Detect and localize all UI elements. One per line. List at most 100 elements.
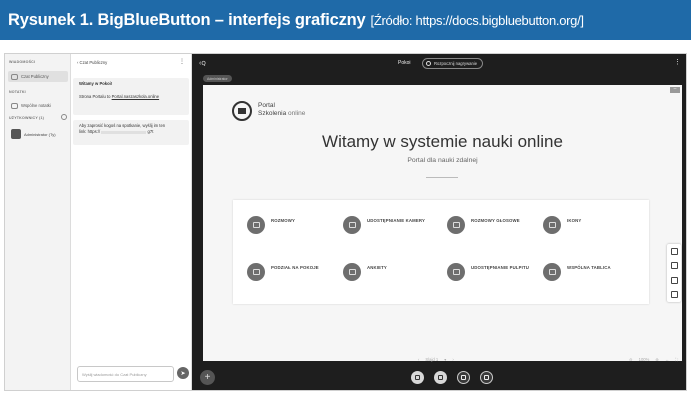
camera-icon xyxy=(461,375,466,380)
feature-item: UDOSTĘPNIANIE KAMERY xyxy=(343,216,443,234)
feature-label: PODZIAŁ NA POKOJE xyxy=(271,265,319,270)
undo-icon[interactable] xyxy=(670,262,678,270)
caption-title: Rysunek 1. BigBlueButton – interfejs gra… xyxy=(8,10,366,29)
whiteboard-icon xyxy=(543,263,561,281)
feature-item: PODZIAŁ NA POKOJE xyxy=(247,263,347,281)
invite-suffix: g7t xyxy=(147,129,154,135)
feature-item: WSPÓLNA TABLICA xyxy=(543,263,643,281)
welcome-line: Strona Portalu to xyxy=(79,93,111,99)
zoom-controls: ⊖ 100% ⊕ ↔ ⛶ xyxy=(629,357,678,362)
chevron-down-icon[interactable]: ▾ xyxy=(444,357,446,362)
sidebar-item-label: Wspólne notatki xyxy=(21,103,51,108)
feature-item: ROZMOWY GŁOSOWE xyxy=(447,216,547,234)
divider xyxy=(426,177,458,178)
avatar xyxy=(11,129,21,139)
feature-item: ROZMOWY xyxy=(247,216,347,234)
logo-text: Portal Szkolenia online xyxy=(258,102,305,118)
chat-message-input[interactable]: Wyślij wiadomość do Czat Publiczny xyxy=(77,366,174,382)
feature-item: IKONY xyxy=(543,216,643,234)
rooms-icon xyxy=(247,263,265,281)
screen-share-icon xyxy=(447,263,465,281)
sidebar-item-public-chat[interactable]: Czat Publiczny xyxy=(8,71,68,82)
user-list-item[interactable]: Administrator (Ty) xyxy=(8,127,68,141)
portal-logo-icon xyxy=(232,101,252,121)
caption-source: [Źródło: https://docs.bigbluebutton.org/… xyxy=(370,12,584,28)
phone-icon xyxy=(438,375,443,380)
feature-label: IKONY xyxy=(567,218,582,223)
logo-line-1: Portal xyxy=(258,102,275,109)
feature-label: WSPÓLNA TABLICA xyxy=(567,265,611,270)
welcome-title: Witamy w Pokoi! xyxy=(79,81,113,86)
logo-line-2b: online xyxy=(288,110,306,118)
feature-label: ANKIETY xyxy=(367,265,387,270)
fit-width-icon[interactable]: ↔ xyxy=(665,357,669,362)
trash-icon[interactable] xyxy=(670,276,678,284)
gear-icon[interactable] xyxy=(61,114,67,120)
audio-button[interactable] xyxy=(434,371,447,384)
redacted-link xyxy=(101,130,147,134)
welcome-link[interactable]: Portal.naszaszkola.online xyxy=(112,94,160,99)
bbb-screenshot: WIADOMOŚCI Czat Publiczny NOTATKI Wspóln… xyxy=(4,53,687,391)
zoom-out-icon[interactable]: ⊖ xyxy=(629,357,633,362)
microphone-icon xyxy=(447,216,465,234)
kebab-menu-icon[interactable]: ⋮ xyxy=(179,58,185,65)
slide-title: Witamy w systemie nauki online xyxy=(322,132,563,151)
record-icon xyxy=(426,61,431,66)
fullscreen-icon[interactable]: ⛶ xyxy=(675,357,678,362)
figure-caption: Rysunek 1. BigBlueButton – interfejs gra… xyxy=(0,0,691,40)
microphone-icon xyxy=(415,375,420,380)
zoom-in-icon[interactable]: ⊕ xyxy=(655,357,659,362)
slide-subtitle: Portal dla nauki zdalnej xyxy=(407,157,478,164)
screen-share-icon xyxy=(484,375,489,380)
presentation-area: ‹ꞯ Pokoi Rozpocznij nagrywanie ⋮ Adminis… xyxy=(192,54,686,390)
sidebar-item-label: Czat Publiczny xyxy=(21,74,49,79)
feature-label: ROZMOWY xyxy=(271,218,295,223)
start-recording-button[interactable]: Rozpocznij nagrywanie xyxy=(422,58,484,69)
camera-button[interactable] xyxy=(457,371,470,384)
presentation-slide: – Portal Szkolenia online Witamy w syste… xyxy=(203,85,682,361)
minimize-presentation-icon[interactable]: – xyxy=(670,87,680,93)
screen-share-button[interactable] xyxy=(480,371,493,384)
zoom-level: 100% xyxy=(638,357,650,362)
chat-message-welcome: Witamy w Pokoi! Strona Portalu to Portal… xyxy=(73,78,189,115)
microphone-button[interactable] xyxy=(411,371,424,384)
feature-item: UDOSTĘPNIANIE PULPITU xyxy=(447,263,547,281)
messages-section-title: WIADOMOŚCI xyxy=(9,60,36,64)
sidebar-item-shared-notes[interactable]: Wspólne notatki xyxy=(8,100,68,111)
users-toggle-icon[interactable]: ‹ꞯ xyxy=(199,59,206,68)
meeting-title: Pokoi xyxy=(398,60,411,66)
user-name: Administrator (Ty) xyxy=(24,131,56,137)
chat-icon xyxy=(11,73,18,80)
logo-line-2a: Szkolenia xyxy=(258,110,287,118)
slide-navigation: ‹ Slajd 1 ▾ › xyxy=(418,357,454,362)
chat-panel: ‹ Czat Publiczny ⋮ Witamy w Pokoi! Stron… xyxy=(71,54,192,390)
actions-plus-button[interactable]: + xyxy=(200,370,215,385)
presenter-badge: Administrator xyxy=(203,75,232,82)
record-label: Rozpocznij nagrywanie xyxy=(434,61,478,66)
chat-icon xyxy=(247,216,265,234)
notes-section-title: NOTATKI xyxy=(9,90,26,94)
next-slide-icon[interactable]: › xyxy=(452,357,453,362)
invite-line-1: Aby zaprosić kogoś na spotkanie, wyślij … xyxy=(79,123,166,128)
options-menu-icon[interactable]: ⋮ xyxy=(674,58,681,66)
invite-line-2: link: https:// xyxy=(79,129,101,135)
chat-header[interactable]: ‹ Czat Publiczny xyxy=(77,60,107,65)
prev-slide-icon[interactable]: ‹ xyxy=(418,357,419,362)
features-panel: ROZMOWY UDOSTĘPNIANIE KAMERY ROZMOWY GŁO… xyxy=(233,200,649,304)
poll-icon xyxy=(343,263,361,281)
notes-icon xyxy=(11,102,18,109)
feature-label: UDOSTĘPNIANIE PULPITU xyxy=(471,265,530,270)
feature-label: UDOSTĘPNIANIE KAMERY xyxy=(367,218,425,223)
whiteboard-toolbar xyxy=(667,244,681,302)
users-section-title: UŻYTKOWNICY (1) xyxy=(9,116,45,120)
feature-item: ANKIETY xyxy=(343,263,443,281)
send-message-button[interactable]: ➤ xyxy=(177,367,189,379)
multi-user-icon[interactable] xyxy=(670,291,678,299)
emoji-icon xyxy=(543,216,561,234)
camera-icon xyxy=(343,216,361,234)
feature-label: ROZMOWY GŁOSOWE xyxy=(471,218,520,223)
users-panel: WIADOMOŚCI Czat Publiczny NOTATKI Wspóln… xyxy=(5,54,71,390)
chat-message-invite: Aby zaprosić kogoś na spotkanie, wyślij … xyxy=(73,120,189,145)
hand-tool-icon[interactable] xyxy=(670,247,678,255)
slide-select[interactable]: Slajd 1 xyxy=(425,357,438,362)
